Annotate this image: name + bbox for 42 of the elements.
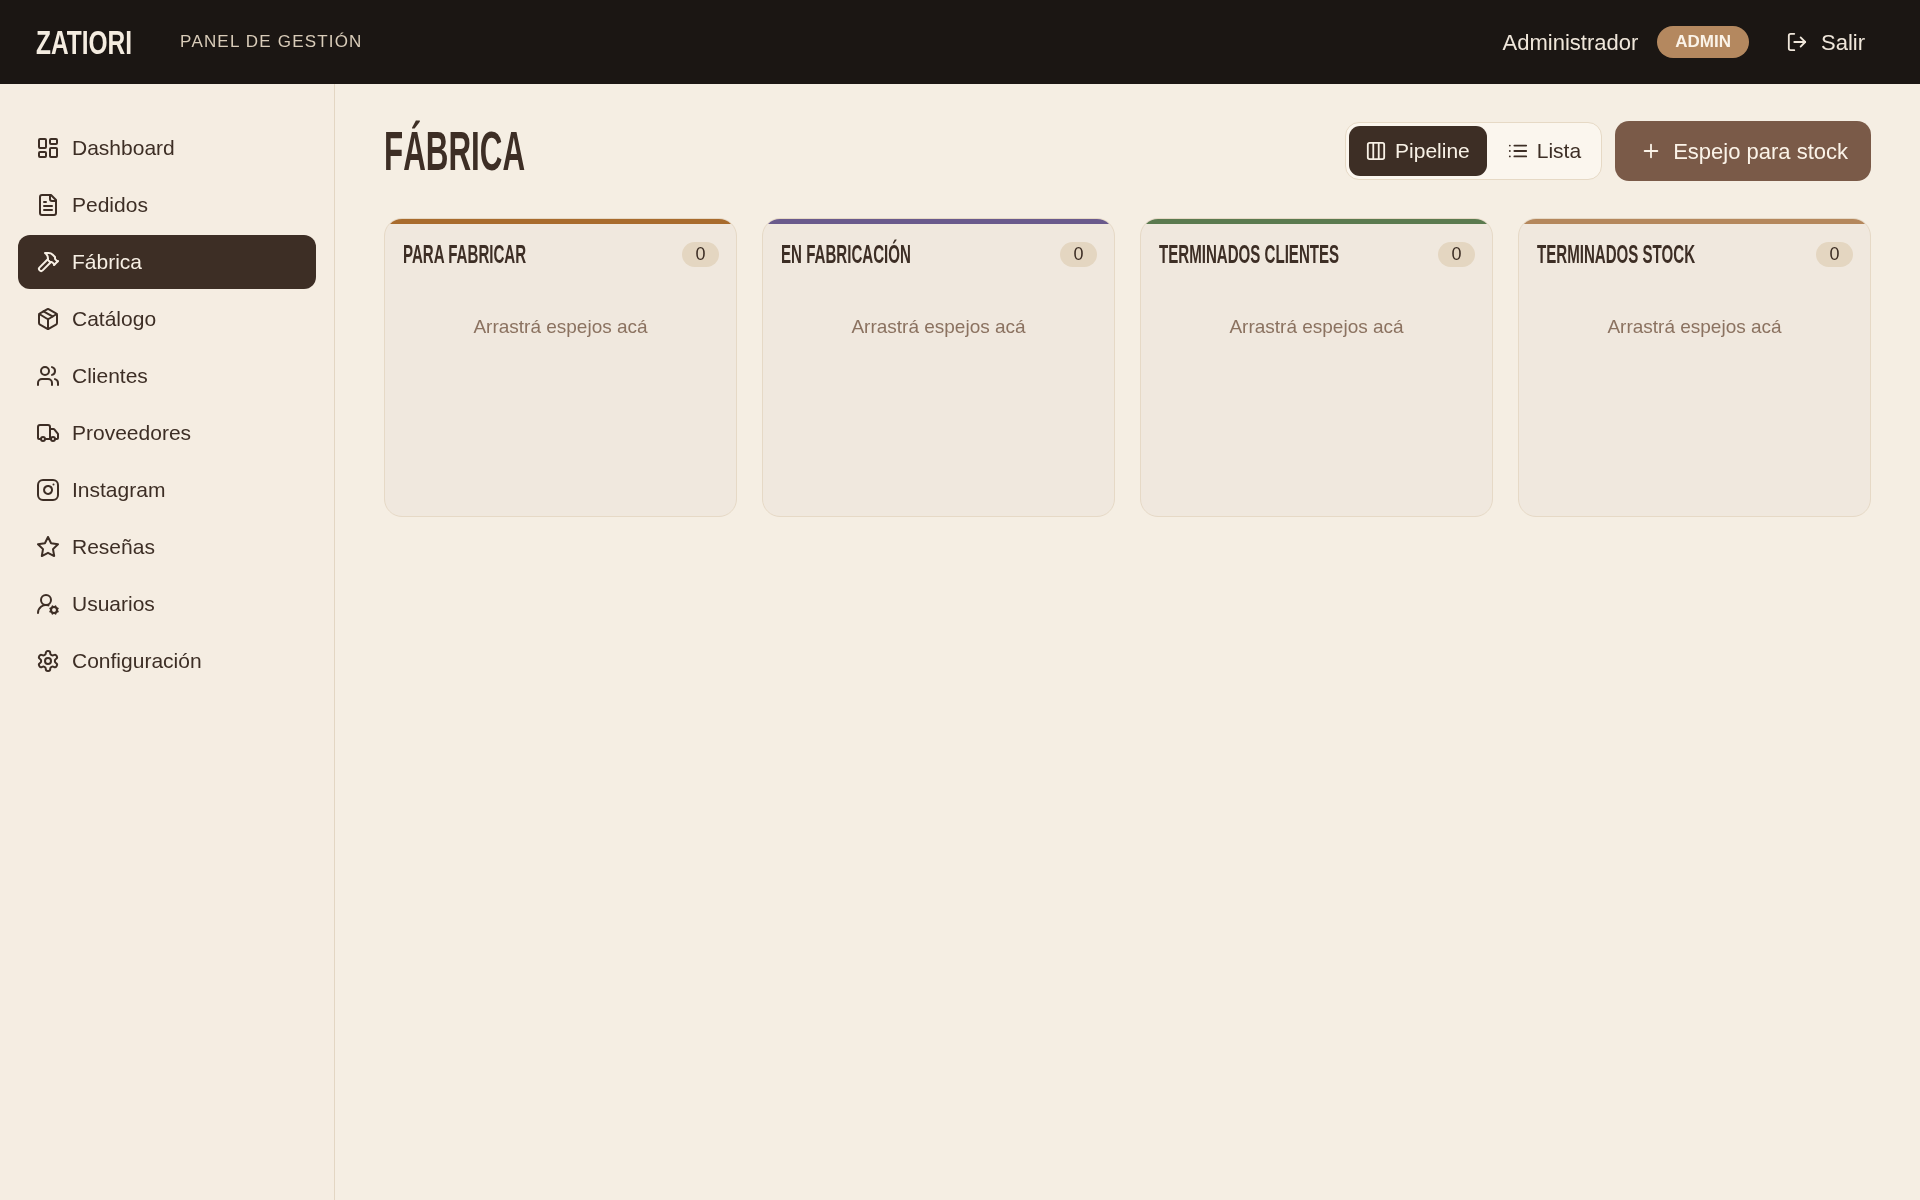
camera-icon: [37, 479, 59, 501]
nav-item[interactable]: Catálogo: [18, 292, 316, 346]
nav-item[interactable]: Configuración: [18, 634, 316, 688]
nav-item[interactable]: Pedidos: [18, 178, 316, 232]
star-icon: [37, 536, 59, 558]
nav-item[interactable]: Instagram: [18, 463, 316, 517]
count-badge: 0: [682, 241, 719, 267]
app-subtitle: PANEL DE GESTIÓN: [180, 31, 363, 54]
hammer-icon: [37, 251, 59, 273]
view-toggle-button[interactable]: Lista: [1490, 126, 1599, 176]
columns-icon: [1366, 141, 1387, 161]
nav-item[interactable]: Reseñas: [18, 520, 316, 574]
settings-icon: [37, 650, 59, 672]
brand-logo: ZATIORI: [36, 25, 133, 59]
column-title: TERMINADOS CLIENTES: [1159, 241, 1340, 267]
column-title: PARA FABRICAR: [403, 241, 527, 267]
logout-icon: [1787, 32, 1807, 52]
empty-column-message: Arrastrá espejos acá: [472, 315, 649, 339]
view-toggle-button[interactable]: Pipeline: [1349, 126, 1487, 176]
people-icon: [37, 365, 59, 387]
nav-item[interactable]: Usuarios: [18, 577, 316, 631]
empty-column-message: Arrastrá espejos acá: [1228, 315, 1405, 339]
nav-item[interactable]: Clientes: [18, 349, 316, 403]
empty-column-message: Arrastrá espejos acá: [850, 315, 1027, 339]
user-gear-icon: [37, 593, 59, 615]
logout-button[interactable]: Salir: [1775, 19, 1877, 65]
add-mirror-button[interactable]: Espejo para stock: [1615, 121, 1871, 181]
nav-item[interactable]: Fábrica: [18, 235, 316, 289]
grid-icon: [37, 137, 59, 159]
empty-column-message: Arrastrá espejos acá: [1606, 315, 1783, 339]
role-badge: ADMIN: [1657, 26, 1749, 58]
count-badge: 0: [1816, 241, 1853, 267]
column-title: EN FABRICACIÓN: [781, 241, 911, 267]
nav-item[interactable]: Proveedores: [18, 406, 316, 460]
user-name: Administrador: [1502, 28, 1639, 57]
count-badge: 0: [1438, 241, 1475, 267]
document-icon: [37, 194, 59, 216]
column-title: TERMINADOS STOCK: [1537, 241, 1696, 267]
box-icon: [37, 308, 59, 330]
truck-icon: [37, 422, 59, 444]
count-badge: 0: [1060, 241, 1097, 267]
nav-item[interactable]: Dashboard: [18, 121, 316, 175]
